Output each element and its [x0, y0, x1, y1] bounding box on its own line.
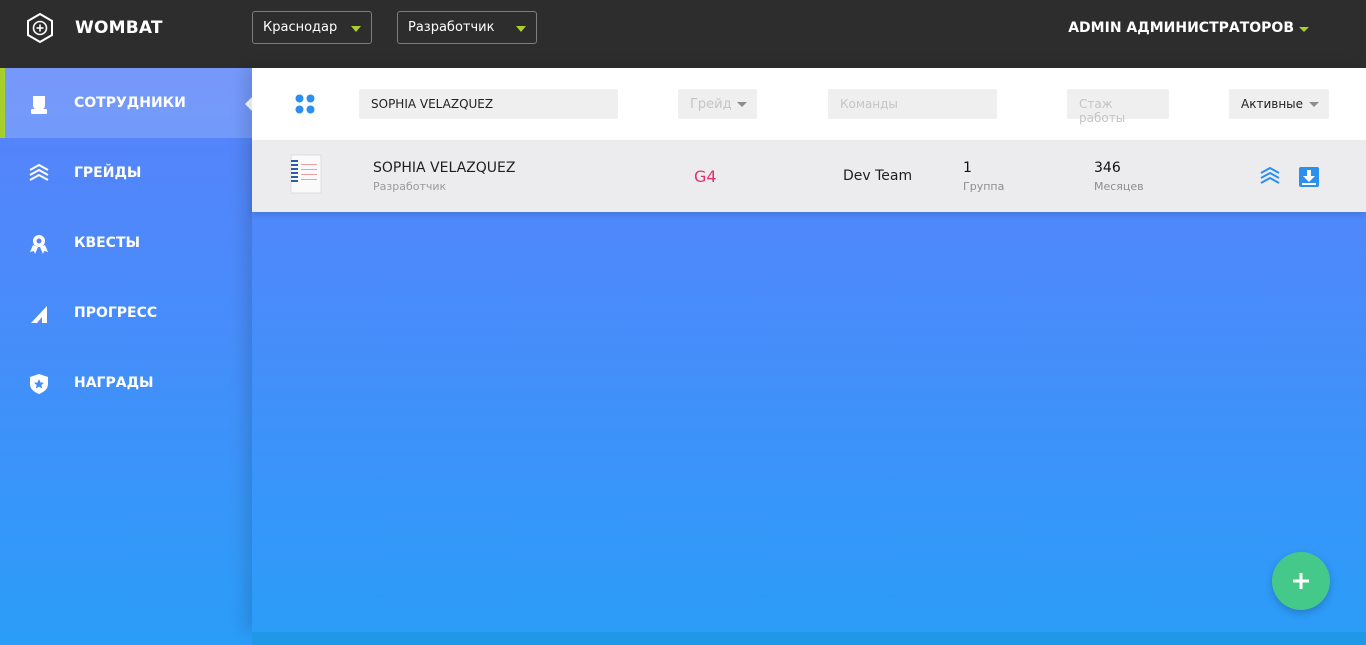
sidebar-item-rewards[interactable]: НАГРАДЫ [0, 348, 252, 418]
sidebar: СОТРУДНИКИ ГРЕЙДЫ КВЕСТЫ ПРОГРЕСС НАГРАД… [0, 68, 252, 645]
sidebar-item-label: ПРОГРЕСС [74, 305, 158, 321]
layers-icon [29, 163, 49, 181]
status-select-value: Активные [1241, 97, 1304, 111]
employee-team: Dev Team [843, 168, 913, 184]
months-label: Месяцев [1094, 180, 1144, 193]
months-value: 346 [1094, 160, 1121, 176]
layers-icon[interactable] [1259, 166, 1281, 188]
download-icon[interactable] [1298, 166, 1320, 188]
chevron-down-icon[interactable] [1299, 27, 1309, 32]
sidebar-item-label: КВЕСТЫ [74, 235, 141, 251]
plus-icon [1293, 573, 1309, 589]
role-select[interactable]: Разработчик [397, 11, 537, 44]
person-icon [31, 96, 47, 114]
employee-grade: G4 [694, 167, 717, 186]
top-bar: WOMBAT Краснодар Разработчик ADMIN АДМИН… [0, 0, 1366, 68]
grid-view-icon[interactable] [294, 93, 316, 115]
sidebar-item-quests[interactable]: КВЕСТЫ [0, 208, 252, 278]
role-select-value: Разработчик [408, 20, 495, 35]
award-icon [30, 235, 48, 254]
app-title: WOMBAT [75, 18, 163, 38]
sidebar-item-progress[interactable]: ПРОГРЕСС [0, 278, 252, 348]
employee-name[interactable]: SOPHIA VELAZQUEZ [373, 160, 515, 176]
sidebar-item-employees[interactable]: СОТРУДНИКИ [0, 68, 252, 138]
sidebar-item-label: НАГРАДЫ [74, 375, 154, 391]
sidebar-item-grades[interactable]: ГРЕЙДЫ [0, 138, 252, 208]
shield-star-icon [30, 374, 48, 394]
grade-select-placeholder: Грейд [690, 97, 732, 112]
chevron-down-icon [351, 26, 361, 32]
group-label: Группа [963, 180, 1005, 193]
city-select[interactable]: Краснодар [252, 11, 372, 44]
city-select-value: Краснодар [263, 20, 338, 35]
add-employee-button[interactable] [1272, 552, 1330, 610]
logo-icon [27, 13, 53, 43]
chevron-down-icon [737, 102, 747, 107]
active-pointer [245, 97, 252, 111]
chevron-down-icon [1309, 102, 1319, 107]
grade-select[interactable]: Грейд [678, 89, 757, 119]
table-row[interactable] [252, 140, 1366, 212]
progress-icon [31, 306, 47, 323]
group-value: 1 [963, 160, 972, 176]
user-menu[interactable]: ADMIN АДМИНИСТРАТОРОВ [1068, 20, 1294, 36]
teams-input[interactable]: Команды [828, 89, 997, 119]
avatar [290, 154, 322, 194]
employee-role: Разработчик [373, 180, 447, 193]
experience-input[interactable]: Стаж работы [1067, 89, 1169, 125]
sidebar-item-label: СОТРУДНИКИ [74, 95, 186, 111]
chevron-down-icon [516, 26, 526, 32]
sidebar-item-label: ГРЕЙДЫ [74, 165, 142, 181]
search-input[interactable]: SOPHIA VELAZQUEZ [359, 89, 618, 119]
status-select[interactable]: Активные [1229, 89, 1329, 119]
bottom-strip [252, 632, 1366, 645]
